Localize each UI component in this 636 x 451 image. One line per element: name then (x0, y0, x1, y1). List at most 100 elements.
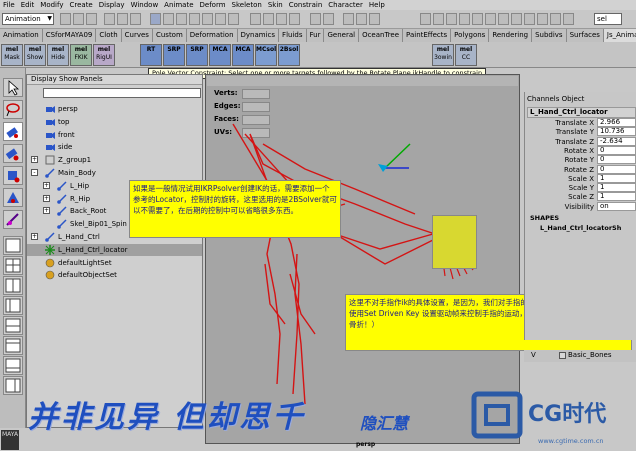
script-layout-icon[interactable] (3, 376, 23, 395)
channel-value-field[interactable]: -2.634 (597, 136, 636, 146)
shelf-button[interactable]: RT (140, 44, 162, 66)
shelf-button[interactable]: MCsol (255, 44, 277, 66)
move-tool-icon[interactable] (3, 144, 23, 163)
layer-color-swatch[interactable] (559, 352, 566, 359)
mask-surface-icon[interactable] (189, 13, 200, 25)
outliner-item[interactable]: defaultLightSet (27, 257, 202, 269)
mask-curve-icon[interactable] (176, 13, 187, 25)
channel-value-field[interactable]: 0 (597, 164, 636, 174)
snap-curve-icon[interactable] (263, 13, 274, 25)
channel-value-field[interactable]: 0 (597, 155, 636, 165)
outliner-item[interactable]: L_Hand_Ctrl_locator (27, 243, 202, 256)
shape-node-name[interactable]: L_Hand_Ctrl_locatorSh (540, 224, 621, 232)
shelf-tab[interactable]: Deformation (187, 29, 238, 42)
manipulator-tool-icon[interactable] (3, 210, 23, 229)
single-pane-layout-icon[interactable] (3, 236, 23, 255)
menu-item[interactable]: Display (99, 0, 125, 10)
outliner-item[interactable]: persp (27, 103, 202, 115)
four-pane-layout-icon[interactable] (3, 256, 23, 275)
toggle-panel-icon[interactable] (446, 13, 457, 25)
new-scene-icon[interactable] (60, 13, 71, 25)
channel-name[interactable]: Visibility (565, 202, 594, 212)
menu-item[interactable]: Window (131, 0, 159, 10)
custom-layout-icon[interactable] (3, 356, 23, 375)
outliner-item[interactable]: front (27, 129, 202, 141)
snap-plane-icon[interactable] (289, 13, 300, 25)
shelf-button[interactable]: mel CC (455, 44, 477, 66)
shelf-button[interactable]: mel RigUI (93, 44, 115, 66)
expand-toggle-icon[interactable]: + (43, 181, 50, 189)
select-tool-icon[interactable] (3, 78, 23, 97)
channel-value-field[interactable]: 10.736 (597, 127, 636, 137)
lasso-tool-icon[interactable] (3, 100, 23, 119)
outliner-item[interactable]: - Main_Body (27, 167, 202, 179)
history-off-icon[interactable] (323, 13, 334, 25)
shelf-button[interactable]: mel Show (24, 44, 46, 66)
shelf-button[interactable]: mel Mask (1, 44, 23, 66)
shelf-tab[interactable]: PaintEffects (403, 29, 452, 42)
select-hierarchy-icon[interactable] (104, 13, 115, 25)
render-globals-icon[interactable] (369, 13, 380, 25)
select-object-icon[interactable] (117, 13, 128, 25)
paint-select-tool-icon[interactable] (3, 122, 23, 141)
shelf-tab[interactable]: CSforMAYA09 (43, 29, 97, 42)
snap-grid-icon[interactable] (250, 13, 261, 25)
ipr-render-icon[interactable] (356, 13, 367, 25)
mask-deformer-icon[interactable] (202, 13, 213, 25)
scale-tool-icon[interactable] (3, 188, 23, 207)
shelf-tab[interactable]: OceanTree (359, 29, 404, 42)
shelf-tab[interactable]: Fluids (279, 29, 307, 42)
channel-box-node-name[interactable]: L_Hand_Ctrl_locator (527, 107, 636, 118)
shelf-tab[interactable]: Fur (307, 29, 325, 42)
toggle-panel-icon[interactable] (420, 13, 431, 25)
toggle-panel-icon[interactable] (537, 13, 548, 25)
toggle-panel-icon[interactable] (563, 13, 574, 25)
menu-item[interactable]: Deform (200, 0, 226, 10)
toggle-panel-icon[interactable] (433, 13, 444, 25)
move-manipulator-y[interactable] (384, 143, 411, 169)
toggle-panel-icon[interactable] (524, 13, 535, 25)
expand-toggle-icon[interactable]: + (31, 233, 38, 240)
expand-toggle-icon[interactable]: - (31, 169, 38, 176)
menu-item[interactable]: Edit (21, 0, 35, 10)
outliner-item[interactable]: top (27, 116, 202, 128)
outliner-layout-icon[interactable] (3, 296, 23, 315)
layer-name[interactable]: Basic_Bones (568, 351, 612, 359)
open-scene-icon[interactable] (73, 13, 84, 25)
shelf-tab[interactable]: Cloth (96, 29, 122, 42)
toggle-panel-icon[interactable] (550, 13, 561, 25)
channel-value-field[interactable]: 1 (597, 192, 636, 202)
outliner-item[interactable]: defaultObjectSet (27, 269, 202, 281)
menu-item[interactable]: Constrain (289, 0, 323, 10)
outliner-item[interactable]: side (27, 141, 202, 153)
channel-row[interactable]: Visibility on (527, 201, 636, 212)
channel-box-menu[interactable]: Channels Object (527, 95, 584, 103)
render-icon[interactable] (343, 13, 354, 25)
select-component-icon[interactable] (130, 13, 141, 25)
toggle-panel-icon[interactable] (511, 13, 522, 25)
shelf-tab[interactable]: Rendering (489, 29, 533, 42)
channel-value-field[interactable]: 2.966 (597, 118, 636, 127)
menu-item[interactable]: Animate (164, 0, 193, 10)
shelf-tab[interactable]: Dynamics (238, 29, 280, 42)
menu-item[interactable]: Help (369, 0, 385, 10)
shelf-tab[interactable]: Polygons (451, 29, 490, 42)
toggle-panel-icon[interactable] (498, 13, 509, 25)
shelf-tab[interactable]: Surfaces (567, 29, 604, 42)
mask-joint-icon[interactable] (163, 13, 174, 25)
outliner-filter-input[interactable] (43, 88, 201, 98)
menu-item[interactable]: File (3, 0, 15, 10)
shelf-button[interactable]: MCA (209, 44, 231, 66)
shelf-tab[interactable]: Subdivs (532, 29, 567, 42)
shelf-button[interactable]: mel Hide (47, 44, 69, 66)
menu-item[interactable]: Skin (268, 0, 283, 10)
toggle-panel-icon[interactable] (459, 13, 470, 25)
mask-rendering-icon[interactable] (228, 13, 239, 25)
save-scene-icon[interactable] (86, 13, 97, 25)
shelf-tab[interactable]: Animation (0, 29, 43, 42)
toggle-panel-icon[interactable] (485, 13, 496, 25)
rotate-tool-icon[interactable] (3, 166, 23, 185)
menu-item[interactable]: Skeleton (232, 0, 262, 10)
menu-item[interactable]: Modify (40, 0, 63, 10)
menu-set-dropdown[interactable]: Animation ▼ (2, 13, 54, 25)
